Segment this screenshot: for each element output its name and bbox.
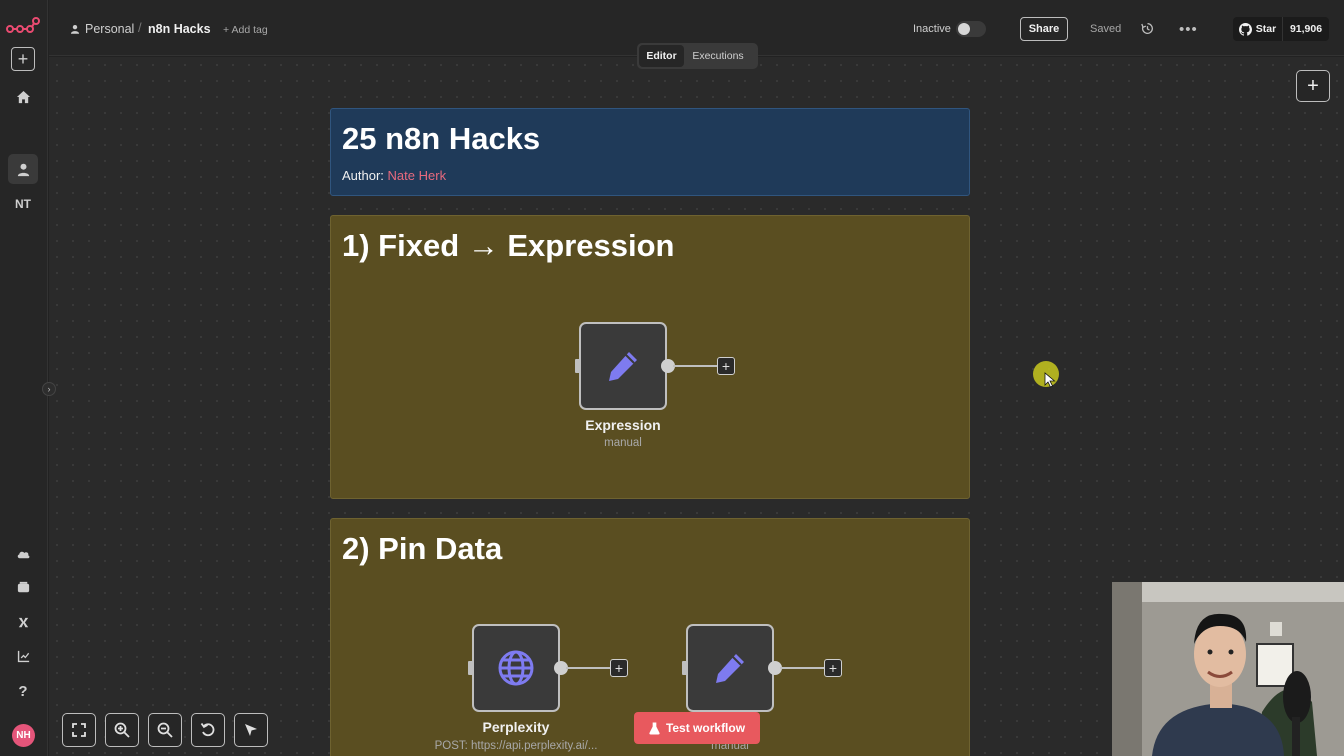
globe-icon xyxy=(498,650,534,686)
zoom-in-button[interactable] xyxy=(105,713,139,747)
cloud-button[interactable] xyxy=(8,538,38,568)
node-label: Perplexity xyxy=(482,719,550,735)
zoom-out-button[interactable] xyxy=(148,713,182,747)
more-options-icon[interactable]: ••• xyxy=(1179,21,1198,38)
connection-line xyxy=(566,667,610,669)
plus-icon: + xyxy=(17,49,29,69)
add-next-node-button[interactable]: + xyxy=(824,659,842,677)
note-title: 1) Fixed → Expression xyxy=(342,228,675,263)
add-tag-button[interactable]: + Add tag xyxy=(223,24,268,36)
variables-button[interactable] xyxy=(8,607,38,637)
plus-icon: + xyxy=(614,660,624,676)
connection-line xyxy=(673,365,717,367)
left-sidebar: + NT ? NH xyxy=(0,0,48,756)
toggle-knob xyxy=(958,23,970,35)
insights-button[interactable] xyxy=(8,641,38,671)
plus-icon: + xyxy=(721,358,731,374)
chart-icon xyxy=(17,650,29,662)
github-star-count: 91,906 xyxy=(1289,23,1323,35)
n8n-logo-icon[interactable] xyxy=(6,16,40,36)
github-star-button[interactable]: Star 91,906 xyxy=(1233,17,1329,41)
variables-icon xyxy=(18,617,28,627)
add-node-button[interactable]: + xyxy=(1296,70,1330,102)
pencil-icon xyxy=(609,352,637,381)
reset-zoom-button[interactable] xyxy=(191,713,225,747)
note-author: Author: Nate Herk xyxy=(342,168,446,183)
fit-view-button[interactable] xyxy=(62,713,96,747)
github-star-section: Star xyxy=(1233,17,1283,41)
saved-status: Saved xyxy=(1090,23,1122,35)
active-toggle[interactable] xyxy=(956,21,986,37)
note-title: 2) Pin Data xyxy=(342,531,503,566)
undo-icon xyxy=(200,722,215,737)
chevron-right-icon: › xyxy=(47,384,51,394)
title-sticky-note[interactable]: 25 n8n Hacks Author: Nate Herk xyxy=(330,108,970,196)
presenter-video-image xyxy=(1112,582,1344,756)
project-name: Personal xyxy=(85,22,135,36)
history-icon[interactable] xyxy=(1141,22,1154,35)
github-star-label: Star xyxy=(1255,23,1277,35)
author-label: Author: xyxy=(342,168,384,183)
node-subtitle: manual xyxy=(604,437,642,449)
breadcrumb-project[interactable]: Personal xyxy=(70,22,134,36)
templates-button[interactable] xyxy=(8,572,38,602)
avatar[interactable]: NH xyxy=(12,724,35,747)
tab-executions[interactable]: Executions xyxy=(684,45,752,67)
plus-icon: + xyxy=(828,660,838,676)
fullscreen-icon xyxy=(72,723,86,737)
view-tabs: Editor Executions xyxy=(637,43,758,69)
tidy-up-button[interactable] xyxy=(234,713,268,747)
pointer-icon xyxy=(245,724,257,736)
zoom-out-icon xyxy=(157,722,173,738)
flask-icon xyxy=(649,722,660,734)
add-next-node-button[interactable]: + xyxy=(717,357,735,375)
share-button[interactable]: Share xyxy=(1020,17,1068,41)
zoom-in-icon xyxy=(114,722,130,738)
user-icon xyxy=(70,24,80,34)
templates-icon xyxy=(17,581,29,592)
status-label: Inactive xyxy=(913,23,951,35)
app-root: + NT ? NH › Personal / n8n Hacks + Add t… xyxy=(0,0,1344,756)
author-name: Nate Herk xyxy=(387,168,447,183)
workflow-name[interactable]: n8n Hacks xyxy=(148,22,211,36)
breadcrumb-separator: / xyxy=(138,20,142,35)
test-workflow-button[interactable]: Test workflow xyxy=(634,712,760,744)
mouse-cursor-icon xyxy=(1044,372,1056,388)
expand-sidebar-button[interactable]: › xyxy=(42,382,56,396)
cloud-icon xyxy=(17,551,29,558)
perplexity-node[interactable] xyxy=(472,624,560,712)
node-label: Expression xyxy=(585,417,661,433)
connection-line xyxy=(780,667,824,669)
user-icon xyxy=(17,163,29,176)
personal-button[interactable] xyxy=(8,154,38,184)
node-subtitle: POST: https://api.perplexity.ai/... xyxy=(434,740,598,752)
tab-editor[interactable]: Editor xyxy=(639,45,684,67)
create-button[interactable]: + xyxy=(11,47,35,71)
project-initials: NT xyxy=(15,197,31,211)
add-next-node-button[interactable]: + xyxy=(610,659,628,677)
pencil-icon xyxy=(716,654,744,683)
expression-node[interactable] xyxy=(579,322,667,410)
help-button[interactable]: ? xyxy=(8,676,38,706)
note-title: 25 n8n Hacks xyxy=(342,121,541,156)
edit-fields-node[interactable] xyxy=(686,624,774,712)
github-icon xyxy=(1238,22,1252,36)
webcam-overlay xyxy=(1112,582,1344,756)
home-button[interactable] xyxy=(8,82,38,112)
project-nt-button[interactable]: NT xyxy=(8,189,38,219)
test-workflow-label: Test workflow xyxy=(665,721,746,735)
home-icon xyxy=(16,90,30,103)
help-icon: ? xyxy=(18,682,28,700)
